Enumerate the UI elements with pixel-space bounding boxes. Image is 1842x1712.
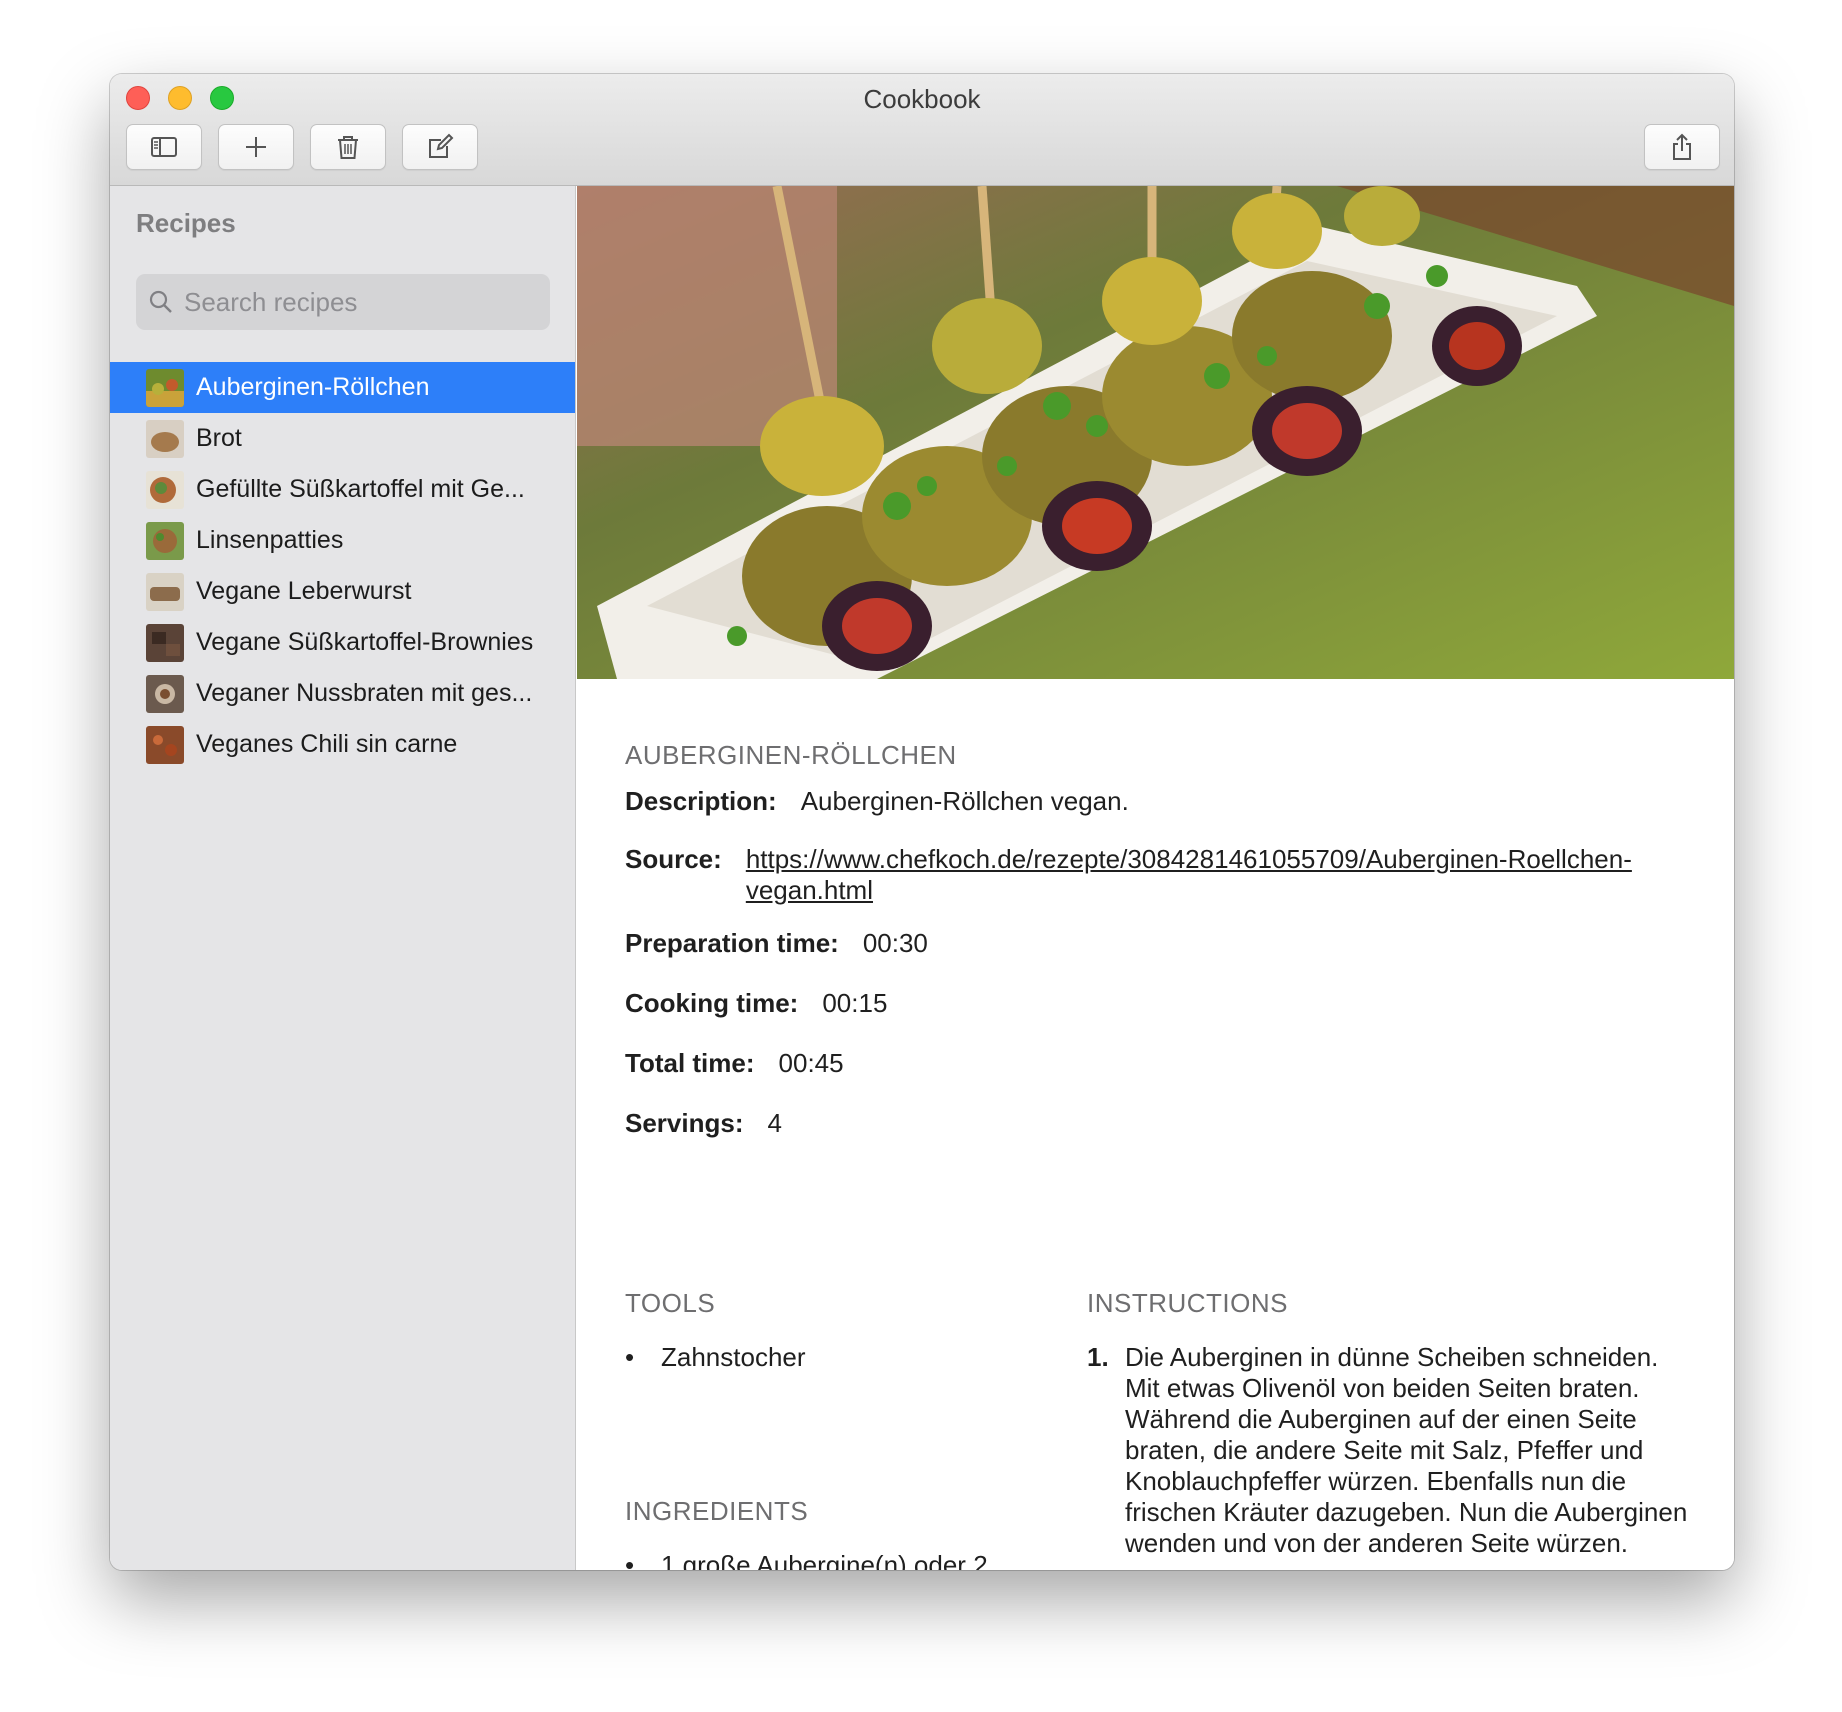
tools-list: • Zahnstocher xyxy=(625,1342,806,1373)
window-title: Cookbook xyxy=(863,84,981,114)
bullet-icon: • xyxy=(625,1550,635,1570)
search-input[interactable] xyxy=(184,286,544,318)
description-value: Auberginen-Röllchen vegan. xyxy=(800,786,1129,816)
recipe-heading: AUBERGINEN-RÖLLCHEN xyxy=(625,740,957,770)
ingredients-title: INGREDIENTS xyxy=(625,1496,809,1526)
recipe-item-label: Veganer Nussbraten mit ges... xyxy=(196,679,533,707)
recipe-thumbnail xyxy=(146,725,184,764)
sidebar: Recipes Auberginen-Röllchen Brot xyxy=(110,186,576,1570)
recipe-item-label: Linsenpatties xyxy=(196,526,344,554)
source-label: Source: xyxy=(625,844,722,874)
servings-value: 4 xyxy=(767,1108,782,1138)
instructions-title: INSTRUCTIONS xyxy=(1087,1288,1288,1318)
recipe-thumbnail xyxy=(146,470,184,509)
share-icon xyxy=(1673,133,1691,160)
recipe-item-label: Vegane Süßkartoffel-Brownies xyxy=(196,628,534,656)
total-time-value: 00:45 xyxy=(778,1048,844,1078)
servings-label: Servings: xyxy=(625,1108,744,1138)
recipe-item[interactable]: Gefüllte Süßkartoffel mit Ge... xyxy=(110,464,575,515)
ingredients-list: • 1 große Aubergine(n) oder 2 xyxy=(625,1550,988,1570)
recipe-item[interactable]: Auberginen-Röllchen xyxy=(110,362,575,413)
cook-time-value: 00:15 xyxy=(822,988,888,1018)
add-recipe-button[interactable] xyxy=(218,124,294,170)
recipe-item[interactable]: Vegane Leberwurst xyxy=(110,566,575,617)
sidebar-toggle-icon xyxy=(151,137,177,157)
recipe-list: Auberginen-Röllchen Brot Gefüllte Süßkar… xyxy=(110,362,575,770)
instruction-step: 1. Die Auberginen in dünne Scheiben schn… xyxy=(1087,1342,1697,1559)
recipe-thumbnail xyxy=(146,419,184,458)
prep-time-label: Preparation time: xyxy=(625,928,839,958)
recipe-photo xyxy=(577,186,1734,679)
delete-recipe-button[interactable] xyxy=(310,124,386,170)
recipe-item[interactable]: Vegane Süßkartoffel-Brownies xyxy=(110,617,575,668)
recipe-detail: AUBERGINEN-RÖLLCHEN Description: Aubergi… xyxy=(577,186,1734,1570)
cook-time-label: Cooking time: xyxy=(625,988,799,1018)
list-item: • Zahnstocher xyxy=(625,1342,806,1373)
app-window: Cookbook Recipes Search recipes Aubergin… xyxy=(110,74,1734,1570)
sidebar-title: Recipes xyxy=(136,208,236,238)
toggle-sidebar-button[interactable] xyxy=(126,124,202,170)
recipe-item-label: Gefüllte Süßkartoffel mit Ge... xyxy=(196,475,525,503)
step-number: 1. xyxy=(1087,1342,1109,1372)
servings-field: Servings: 4 xyxy=(625,1108,782,1139)
recipe-item[interactable]: Brot xyxy=(110,413,575,464)
tool-label: Zahnstocher xyxy=(661,1342,806,1372)
recipe-item[interactable]: Veganes Chili sin carne xyxy=(110,719,575,770)
prep-time-value: 00:30 xyxy=(862,928,928,958)
prep-time-field: Preparation time: 00:30 xyxy=(625,928,928,959)
compose-icon xyxy=(429,133,454,158)
step-text: Die Auberginen in dünne Scheiben schneid… xyxy=(1125,1342,1688,1558)
search-icon xyxy=(149,290,172,313)
recipe-item-label: Vegane Leberwurst xyxy=(196,577,412,605)
recipe-thumbnail xyxy=(146,674,184,713)
tools-title: TOOLS xyxy=(625,1288,716,1318)
trash-icon xyxy=(338,136,358,159)
recipe-thumbnail xyxy=(146,521,184,560)
description-field: Description: Auberginen-Röllchen vegan. xyxy=(625,786,1129,817)
edit-recipe-button[interactable] xyxy=(402,124,478,170)
search-field[interactable] xyxy=(136,274,550,330)
recipe-item-label: Brot xyxy=(196,424,242,452)
share-button[interactable] xyxy=(1644,124,1720,170)
bullet-icon: • xyxy=(625,1342,635,1372)
titlebar: Cookbook xyxy=(110,74,1734,186)
recipe-item[interactable]: Veganer Nussbraten mit ges... xyxy=(110,668,575,719)
recipe-item-label: Veganes Chili sin carne xyxy=(196,730,458,758)
source-link[interactable]: https://www.chefkoch.de/rezepte/30842814… xyxy=(746,844,1704,906)
description-label: Description: xyxy=(625,786,777,816)
cook-time-field: Cooking time: 00:15 xyxy=(625,988,887,1019)
recipe-thumbnail xyxy=(146,623,184,662)
total-time-label: Total time: xyxy=(625,1048,755,1078)
recipe-item[interactable]: Linsenpatties xyxy=(110,515,575,566)
total-time-field: Total time: 00:45 xyxy=(625,1048,844,1079)
list-item: • 1 große Aubergine(n) oder 2 xyxy=(625,1550,988,1570)
recipe-thumbnail xyxy=(146,368,184,407)
source-field: Source: https://www.chefkoch.de/rezepte/… xyxy=(625,844,1704,906)
recipe-item-label: Auberginen-Röllchen xyxy=(196,373,430,401)
plus-icon xyxy=(246,137,266,157)
recipe-thumbnail xyxy=(146,572,184,611)
ingredient-label: 1 große Aubergine(n) oder 2 xyxy=(661,1550,988,1570)
